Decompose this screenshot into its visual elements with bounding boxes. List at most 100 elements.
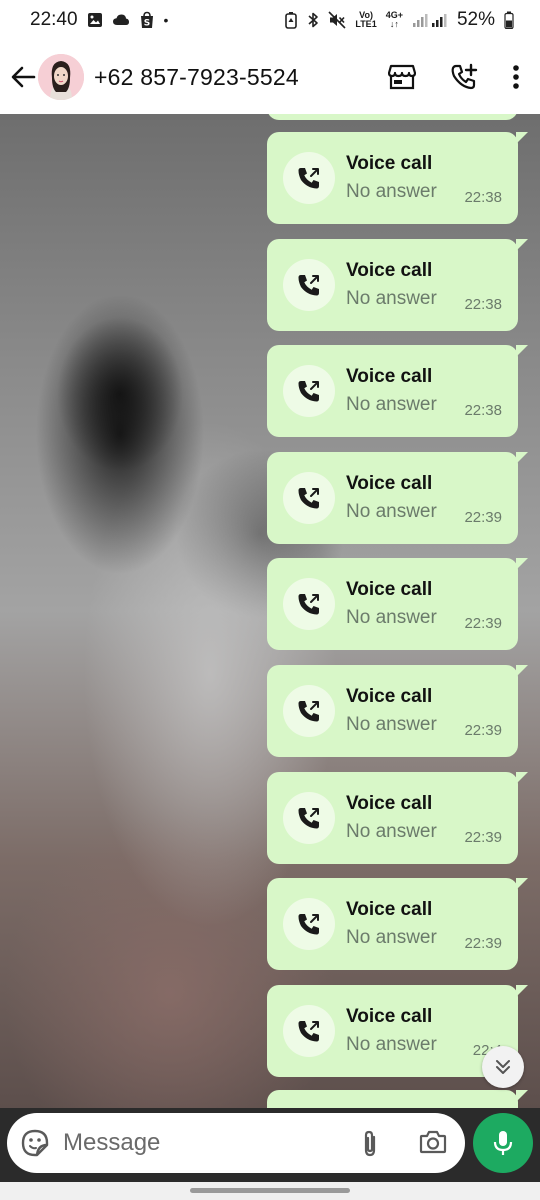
call-title: Voice call <box>346 472 433 494</box>
call-icon-circle <box>283 471 335 524</box>
voice-message-button[interactable] <box>473 1113 533 1173</box>
message-bubble-partial-top <box>267 114 518 120</box>
call-title: Voice call <box>346 259 433 281</box>
call-title: Voice call <box>346 579 433 601</box>
outgoing-call-icon <box>298 487 319 509</box>
voice-call-message[interactable]: Voice call No answer 22:39 <box>267 665 528 757</box>
network-4g: 4G+ ↓↑ <box>386 11 403 29</box>
call-text: Voice call No answer <box>346 899 437 949</box>
voice-call-message[interactable]: Voice call No answer 22:38 <box>267 238 528 331</box>
double-chevron-down-icon <box>496 1060 510 1074</box>
message-time: 22:39 <box>464 722 502 739</box>
call-icon-circle <box>283 578 335 631</box>
message-composer <box>0 1108 540 1182</box>
data-saver-icon <box>284 11 298 29</box>
store-icon <box>388 64 416 90</box>
call-status: No answer <box>346 607 437 629</box>
attach-button[interactable] <box>359 1129 381 1164</box>
outgoing-call-icon <box>298 594 319 615</box>
call-text: Voice call No answer <box>346 153 437 203</box>
chat-area[interactable]: Voice call No answer 22:38 Voice call No ans… <box>0 114 540 1108</box>
call-icon-circle <box>283 685 335 737</box>
sticker-button[interactable] <box>21 1129 49 1157</box>
call-icon-circle <box>283 898 335 951</box>
voice-call-message[interactable]: Voice call No answer 22:4 <box>267 984 528 1077</box>
cloud-icon <box>112 13 130 27</box>
call-title: Voice call <box>346 366 433 388</box>
more-options-button[interactable] <box>512 64 520 90</box>
call-icon-circle <box>283 791 335 844</box>
chat-header: +62 857-7923-5524 <box>0 40 540 114</box>
message-time: 22:38 <box>464 189 502 206</box>
outgoing-call-icon <box>298 701 319 722</box>
call-title: Voice call <box>346 792 433 814</box>
add-call-icon <box>451 63 478 90</box>
call-status: No answer <box>346 394 437 416</box>
outgoing-call-icon <box>298 914 319 935</box>
voice-call-message[interactable]: Voice call No answer 22:38 <box>267 132 528 224</box>
outgoing-call-icon <box>298 168 319 189</box>
call-title: Voice call <box>346 899 433 921</box>
call-status: No answer <box>346 181 437 202</box>
network-volte: Vo) LTE1 <box>355 11 376 29</box>
status-dot: • <box>163 12 169 28</box>
outgoing-call-icon <box>298 807 319 829</box>
contact-name[interactable]: +62 857-7923-5524 <box>94 64 388 91</box>
message-bubble-partial-bottom <box>267 1090 528 1108</box>
mic-icon <box>493 1131 513 1155</box>
system-nav-bar <box>0 1182 540 1200</box>
call-text: Voice call No answer <box>346 473 437 523</box>
sticker-icon <box>21 1129 49 1157</box>
message-input-pill <box>7 1113 465 1173</box>
call-title: Voice call <box>346 686 433 707</box>
message-time: 22:39 <box>464 935 502 953</box>
image-icon <box>87 12 103 28</box>
call-status: No answer <box>346 714 437 735</box>
voice-call-message[interactable]: Voice call No answer 22:39 <box>267 451 528 544</box>
battery-icon <box>504 11 514 29</box>
call-title: Voice call <box>346 153 433 174</box>
net2-bottom: ↓↑ <box>389 19 399 29</box>
outgoing-call-icon <box>298 381 319 402</box>
back-arrow-icon <box>11 66 36 88</box>
avatar[interactable] <box>38 54 84 100</box>
status-time: 22:40 <box>30 9 78 30</box>
status-right: Vo) LTE1 4G+ ↓↑ 52% <box>284 9 514 31</box>
more-vert-icon <box>513 65 519 89</box>
call-status: No answer <box>346 820 437 842</box>
header-actions <box>388 63 540 91</box>
mute-icon <box>328 11 346 29</box>
message-time: 22:39 <box>464 615 502 633</box>
store-button[interactable] <box>388 64 416 90</box>
call-status: No answer <box>346 287 437 309</box>
avatar-image <box>38 54 84 100</box>
status-left: 22:40 S • <box>30 9 168 31</box>
camera-icon <box>419 1130 447 1154</box>
call-icon-circle <box>283 1004 335 1057</box>
outgoing-call-icon <box>298 1020 319 1042</box>
voice-call-message[interactable]: Voice call No answer 22:39 <box>267 558 528 651</box>
call-status: No answer <box>346 927 437 949</box>
call-text: Voice call No answer <box>346 1006 437 1056</box>
back-button[interactable] <box>8 57 38 97</box>
message-time: 22:38 <box>464 295 502 313</box>
svg-text:S: S <box>143 19 149 29</box>
call-title: Voice call <box>346 1005 433 1027</box>
call-status: No answer <box>346 500 437 522</box>
outgoing-call-icon <box>298 274 319 296</box>
message-input[interactable] <box>63 1129 333 1157</box>
signal-icon <box>412 12 448 28</box>
status-bar: 22:40 S • Vo) LTE1 4G+ ↓↑ 52% <box>0 0 540 40</box>
call-text: Voice call No answer <box>346 366 437 416</box>
voice-call-message[interactable]: Voice call No answer 22:39 <box>267 878 528 971</box>
voice-call-message[interactable]: Voice call No answer 22:38 <box>267 345 528 438</box>
net-bottom: LTE1 <box>355 19 377 29</box>
home-indicator[interactable] <box>190 1188 350 1193</box>
add-call-button[interactable] <box>450 63 478 91</box>
camera-button[interactable] <box>419 1129 447 1160</box>
call-icon-circle <box>283 365 335 418</box>
scroll-to-bottom-button[interactable] <box>482 1046 524 1088</box>
voice-call-message[interactable]: Voice call No answer 22:39 <box>267 771 528 864</box>
paperclip-icon <box>364 1130 376 1157</box>
call-icon-circle <box>283 152 335 204</box>
